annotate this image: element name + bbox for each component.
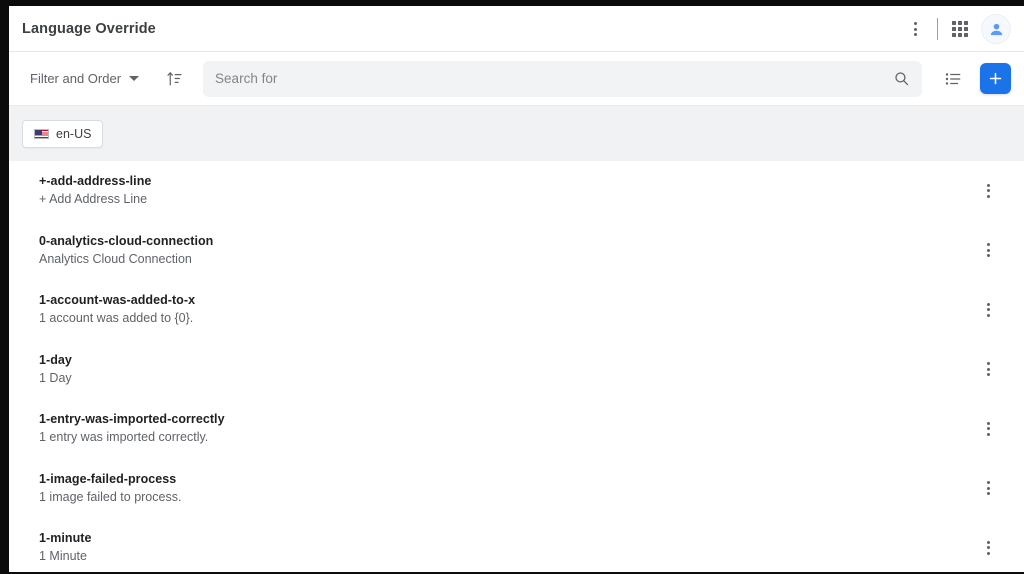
list-item-value: 1 image failed to process. xyxy=(39,489,182,504)
locale-chip-en-us[interactable]: en-US xyxy=(22,119,104,148)
apps-grid-button[interactable] xyxy=(943,12,977,46)
search-icon xyxy=(895,72,909,86)
list-item-menu-button[interactable] xyxy=(973,414,1003,444)
list-item-key: 1-account-was-added-to-x xyxy=(39,293,196,308)
plus-icon xyxy=(989,72,1002,85)
sort-ascending-icon xyxy=(166,72,182,86)
list-item-menu-button[interactable] xyxy=(973,295,1003,325)
list-item[interactable]: 1-minute 1 Minute xyxy=(22,518,1011,572)
list-item-key: 1-minute xyxy=(39,531,92,546)
sort-button[interactable] xyxy=(157,62,191,96)
list-item-key: +-add-address-line xyxy=(39,174,152,189)
add-button[interactable] xyxy=(980,63,1011,94)
list-item-value: 1 entry was imported correctly. xyxy=(39,430,209,445)
user-avatar-icon xyxy=(990,23,1002,35)
list-item-value: 1 account was added to {0}. xyxy=(39,311,194,326)
header-more-menu-button[interactable] xyxy=(898,12,932,46)
filter-and-order-dropdown[interactable]: Filter and Order xyxy=(22,65,147,92)
list-view-button[interactable] xyxy=(936,62,970,96)
toolbar: Filter and Order xyxy=(9,52,1024,105)
apps-grid-icon xyxy=(952,21,968,37)
user-avatar[interactable] xyxy=(981,14,1011,44)
search-input[interactable] xyxy=(215,71,893,86)
page-title: Language Override xyxy=(22,20,156,37)
kebab-menu-icon xyxy=(986,481,990,496)
list-item[interactable]: 1-day 1 Day xyxy=(22,340,1011,400)
list-item-key: 1-entry-was-imported-correctly xyxy=(39,412,225,427)
kebab-menu-icon xyxy=(913,22,917,36)
translation-key-list: +-add-address-line + Add Address Line 0-… xyxy=(9,161,1024,572)
list-item[interactable]: 1-image-failed-process 1 image failed to… xyxy=(22,459,1011,519)
list-item-key: 1-day xyxy=(39,352,72,367)
list-item-menu-button[interactable] xyxy=(973,473,1003,503)
us-flag-icon xyxy=(34,128,49,139)
search-button[interactable] xyxy=(893,70,910,87)
list-item-key: 1-image-failed-process xyxy=(39,471,177,486)
kebab-menu-icon xyxy=(986,421,990,436)
header-actions xyxy=(898,6,1011,52)
list-item[interactable]: +-add-address-line + Add Address Line xyxy=(22,161,1011,221)
locale-chip-bar: en-US xyxy=(9,105,1024,161)
list-item[interactable]: 0-analytics-cloud-connection Analytics C… xyxy=(22,221,1011,281)
header-divider xyxy=(937,18,938,40)
app-header: Language Override xyxy=(9,6,1024,52)
chevron-down-icon xyxy=(129,76,140,81)
list-item[interactable]: 1-entry-was-imported-correctly 1 entry w… xyxy=(22,399,1011,459)
screen: Language Override Filter and Order Searc… xyxy=(0,0,1024,574)
list-item-value: 1 Day xyxy=(39,370,72,385)
locale-chip-label: en-US xyxy=(56,126,92,141)
search-bar[interactable] xyxy=(203,60,922,97)
list-item-value: Analytics Cloud Connection xyxy=(39,251,192,266)
list-item-menu-button[interactable] xyxy=(973,354,1003,384)
kebab-menu-icon xyxy=(986,540,990,555)
filter-and-order-label: Filter and Order xyxy=(30,71,122,86)
list-item-value: 1 Minute xyxy=(39,549,87,564)
list-view-icon xyxy=(945,72,961,85)
list-item-menu-button[interactable] xyxy=(973,235,1003,265)
list-item-menu-button[interactable] xyxy=(973,176,1003,206)
list-item[interactable]: 1-account-was-added-to-x 1 account was a… xyxy=(22,280,1011,340)
list-item-menu-button[interactable] xyxy=(973,533,1003,563)
app-window: Language Override Filter and Order Searc… xyxy=(9,6,1024,572)
kebab-menu-icon xyxy=(986,183,990,198)
kebab-menu-icon xyxy=(986,302,990,317)
kebab-menu-icon xyxy=(986,243,990,258)
list-item-key: 0-analytics-cloud-connection xyxy=(39,233,214,248)
list-item-value: + Add Address Line xyxy=(39,192,148,207)
kebab-menu-icon xyxy=(986,362,990,377)
